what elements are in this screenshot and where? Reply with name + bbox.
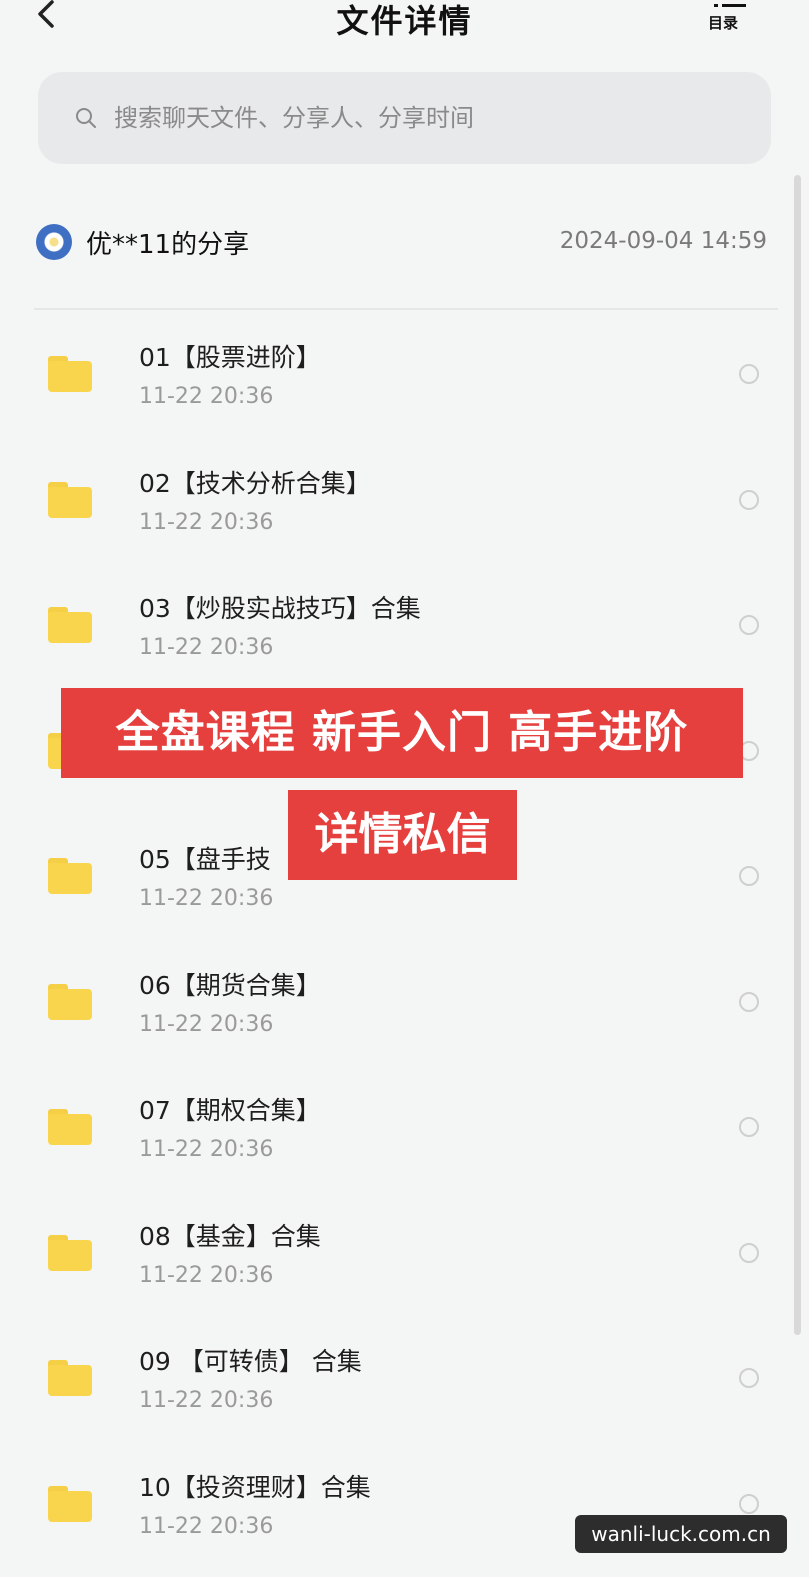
toc-button[interactable]: 目录: [704, 0, 756, 38]
file-row[interactable]: 03【炒股实战技巧】合集 11-22 20:36: [0, 563, 809, 689]
watermark: wanli-luck.com.cn: [575, 1515, 787, 1553]
folder-icon: [48, 1360, 92, 1396]
file-row[interactable]: 08【基金】合集 11-22 20:36: [0, 1191, 809, 1317]
file-time: 11-22 20:36: [139, 509, 274, 535]
select-radio[interactable]: [739, 1368, 759, 1388]
file-name: 10【投资理财】合集: [139, 1472, 371, 1502]
scrollbar[interactable]: [794, 175, 801, 1335]
folder-icon: [48, 1485, 92, 1522]
avatar[interactable]: [36, 224, 72, 260]
share-header: 优**11的分享 2024-09-04 14:59: [0, 212, 809, 272]
select-radio[interactable]: [739, 364, 759, 384]
file-name: 07【期权合集】: [139, 1096, 321, 1125]
file-list: 01【股票进阶】 11-22 20:36 02【技术分析合集】 11-22 20…: [0, 312, 809, 1567]
share-timestamp: 2024-09-04 14:59: [559, 228, 767, 254]
file-row[interactable]: 02【技术分析合集】 11-22 20:36: [0, 438, 809, 564]
file-name: 03【炒股实战技巧】合集: [139, 594, 421, 623]
folder-icon: [48, 858, 92, 894]
file-time: 11-22 20:36: [139, 886, 274, 911]
select-radio[interactable]: [739, 1242, 759, 1263]
file-time: 11-22 20:36: [139, 635, 274, 660]
file-time: 11-22 20:36: [139, 1388, 274, 1413]
folder-icon: [48, 1109, 92, 1145]
divider: [34, 308, 778, 310]
file-name: 02【技术分析合集】: [139, 468, 371, 498]
folder-icon: [48, 607, 92, 643]
promo-subtitle: 详情私信: [288, 790, 517, 880]
file-time: 11-22 20:36: [139, 1137, 274, 1162]
promo-banner: 全盘课程 新手入门 高手进阶: [61, 688, 743, 778]
folder-icon: [48, 481, 92, 518]
search-input[interactable]: [114, 98, 734, 138]
search-bar[interactable]: [38, 72, 771, 164]
select-radio[interactable]: [739, 1493, 759, 1514]
file-name: 06【期货合集】: [139, 970, 321, 1000]
sharer-name: 优**11的分享: [86, 230, 250, 260]
select-radio[interactable]: [739, 991, 759, 1012]
select-radio[interactable]: [739, 615, 759, 635]
select-radio[interactable]: [739, 489, 759, 510]
select-radio[interactable]: [739, 1117, 759, 1137]
toc-label: 目录: [708, 14, 739, 32]
folder-icon: [48, 356, 92, 392]
file-name: 01【股票进阶】: [139, 343, 321, 372]
folder-icon: [48, 983, 92, 1020]
file-row[interactable]: 01【股票进阶】 11-22 20:36: [0, 312, 809, 438]
page-title: 文件详情: [336, 2, 473, 40]
file-name: 05【盘手技: [139, 845, 271, 874]
folder-icon: [48, 1234, 92, 1271]
search-icon: [76, 108, 96, 128]
file-name: 09 【可转债】 合集: [139, 1347, 362, 1376]
file-row[interactable]: 06【期货合集】 11-22 20:36: [0, 940, 809, 1066]
file-name: 08【基金】合集: [139, 1221, 321, 1251]
file-row[interactable]: 09 【可转债】 合集 11-22 20:36: [0, 1316, 809, 1442]
file-time: 11-22 20:36: [139, 1513, 274, 1539]
select-radio[interactable]: [739, 866, 759, 886]
file-time: 11-22 20:36: [139, 1011, 274, 1037]
file-time: 11-22 20:36: [139, 384, 274, 409]
file-row[interactable]: 07【期权合集】 11-22 20:36: [0, 1065, 809, 1191]
file-time: 11-22 20:36: [139, 1262, 274, 1288]
top-bar: 文件详情 目录: [0, 0, 809, 48]
